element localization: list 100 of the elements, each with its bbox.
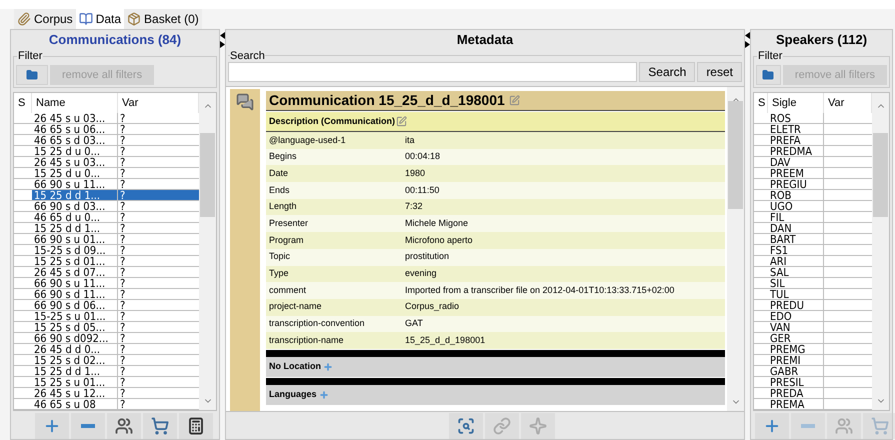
list-row[interactable]: ROB	[754, 190, 872, 201]
list-row[interactable]: PREDA	[754, 388, 872, 399]
tab[interactable]: Data	[76, 9, 124, 29]
field-value: 1980	[405, 166, 426, 180]
list-row[interactable]: 15 25 s d 05... ?	[14, 322, 199, 333]
list-row[interactable]: 66 90 s u 11... ?	[14, 278, 199, 289]
list-row[interactable]: 46 65 d u 0... ?	[14, 212, 199, 223]
plus-button[interactable]	[755, 412, 789, 438]
search-field[interactable]	[228, 62, 638, 82]
calculator-button[interactable]	[179, 412, 213, 438]
list-row[interactable]: 15 25 s u 01... ?	[14, 377, 199, 388]
field-value: 7:32	[405, 200, 423, 214]
list-row[interactable]: EDO	[754, 311, 872, 322]
collapse-arrows-icon[interactable]	[220, 32, 225, 48]
list-row[interactable]: 15 25 d d 1... ?	[14, 223, 199, 234]
people-button[interactable]	[107, 412, 141, 438]
search-button[interactable]: Search	[639, 62, 696, 82]
list-row[interactable]: SAL	[754, 267, 872, 278]
list-row[interactable]: 26 45 d d 0... ?	[14, 344, 199, 355]
list-row[interactable]: VAN	[754, 322, 872, 333]
name-cell: 46 65 d u 0...	[32, 212, 118, 223]
field-name: Presenter	[269, 217, 310, 230]
list-row[interactable]: SIL	[754, 278, 872, 289]
list-row[interactable]: 26 45 s d 07... ?	[14, 267, 199, 278]
list-row[interactable]: 66 90 s d 11... ?	[14, 289, 199, 300]
list-row[interactable]: FIL	[754, 212, 872, 223]
var-cell: ?	[118, 190, 199, 201]
list-row[interactable]: TUL	[754, 289, 872, 300]
section-title: No Location	[269, 360, 321, 374]
list-row[interactable]: PREMI	[754, 355, 872, 366]
list-row[interactable]: PRESIL	[754, 377, 872, 388]
list-row[interactable]: ARI	[754, 256, 872, 267]
remove-button[interactable]	[71, 412, 105, 438]
list-row[interactable]: 15-25 s d 09... ?	[14, 245, 199, 256]
list-row[interactable]: 26 45 s u 03... ?	[14, 157, 199, 168]
list-row[interactable]: PREEM	[754, 168, 872, 179]
minus-icon	[801, 424, 815, 428]
list-row[interactable]: 15-25 s u 01... ?	[14, 311, 199, 322]
name-cell: PREEM	[768, 168, 824, 179]
list-row[interactable]: 15 25 d d 1... ?	[14, 190, 199, 201]
scrollbar-thumb[interactable]	[728, 101, 743, 209]
list-row[interactable]: 66 90 s d 06... ?	[14, 300, 199, 311]
list-row[interactable]: GER	[754, 333, 872, 344]
plus-icon[interactable]	[318, 390, 329, 400]
column-header[interactable]: Sigle	[768, 93, 824, 113]
list-row[interactable]: PREDMA	[754, 146, 872, 157]
list-row[interactable]: 15 25 s d 01... ?	[14, 256, 199, 267]
list-row[interactable]: FS1	[754, 245, 872, 256]
tab[interactable]: Basket (0)	[124, 9, 202, 29]
folder-button[interactable]	[756, 65, 781, 85]
name-cell: ROS	[768, 113, 824, 124]
list-row[interactable]: PREGIU	[754, 179, 872, 190]
column-header[interactable]: Name	[32, 93, 118, 113]
name-cell: PREDA	[768, 388, 824, 399]
list-row[interactable]: PREMG	[754, 344, 872, 355]
list-row[interactable]: DAV	[754, 157, 872, 168]
edit-icon[interactable]	[508, 95, 520, 106]
speech-bubbles-icon	[236, 93, 254, 111]
list-row[interactable]: PREFA	[754, 135, 872, 146]
list-row[interactable]: 15 25 d u 0... ?	[14, 146, 199, 157]
list-row[interactable]: ROS	[754, 113, 872, 124]
list-row[interactable]: UGO	[754, 201, 872, 212]
list-row[interactable]: 15 25 d d 1... ?	[14, 366, 199, 377]
list-row[interactable]: 66 90 s d092... ?	[14, 333, 199, 344]
list-row[interactable]: PREDU	[754, 300, 872, 311]
list-row[interactable]: 66 90 s d 03... ?	[14, 201, 199, 212]
plus-button[interactable]	[35, 412, 69, 438]
name-cell: VAN	[768, 322, 824, 333]
scrollbar-thumb[interactable]	[200, 133, 215, 217]
list-row[interactable]: 46 65 s d 03... ?	[14, 135, 199, 146]
tab[interactable]: Corpus	[14, 9, 76, 29]
list-row[interactable]: PREMA	[754, 399, 872, 410]
list-row[interactable]: DAN	[754, 223, 872, 234]
scrollbar[interactable]	[199, 93, 216, 410]
list-row[interactable]: 26 45 s u 03... ?	[14, 113, 199, 124]
scrollbar[interactable]	[727, 87, 744, 411]
reset-button[interactable]: reset	[697, 62, 742, 82]
folder-button[interactable]	[16, 65, 48, 85]
edit-icon[interactable]	[396, 116, 408, 127]
list-row[interactable]: ELETR	[754, 124, 872, 135]
list-row[interactable]: 46 65 s u 08 ?	[14, 399, 199, 410]
scrollbar-thumb[interactable]	[873, 133, 888, 217]
list-row[interactable]: 66 90 s u 01... ?	[14, 234, 199, 245]
collapse-arrows-icon[interactable]	[745, 32, 750, 48]
minus-icon	[81, 424, 95, 428]
list-row[interactable]: GABR	[754, 366, 872, 377]
list-row[interactable]: BART	[754, 234, 872, 245]
list-row[interactable]: 46 65 s u 06... ?	[14, 124, 199, 135]
list-row[interactable]: 15 25 d u 0... ?	[14, 168, 199, 179]
field-value: prostitution	[405, 250, 450, 264]
name-cell: FIL	[768, 212, 824, 223]
list-row[interactable]: 26 45 s u 12... ?	[14, 388, 199, 399]
communication-title: Communication 15_25_d_d_198001	[269, 91, 505, 110]
name-cell: PREMA	[768, 399, 824, 410]
cart-button[interactable]	[143, 412, 177, 438]
scrollbar[interactable]	[872, 93, 889, 410]
field-value: 00:11:50	[405, 184, 440, 197]
plus-icon[interactable]	[323, 362, 333, 372]
list-row[interactable]: 15 25 s d 02... ?	[14, 355, 199, 366]
screen-search-button[interactable]	[449, 412, 483, 438]
